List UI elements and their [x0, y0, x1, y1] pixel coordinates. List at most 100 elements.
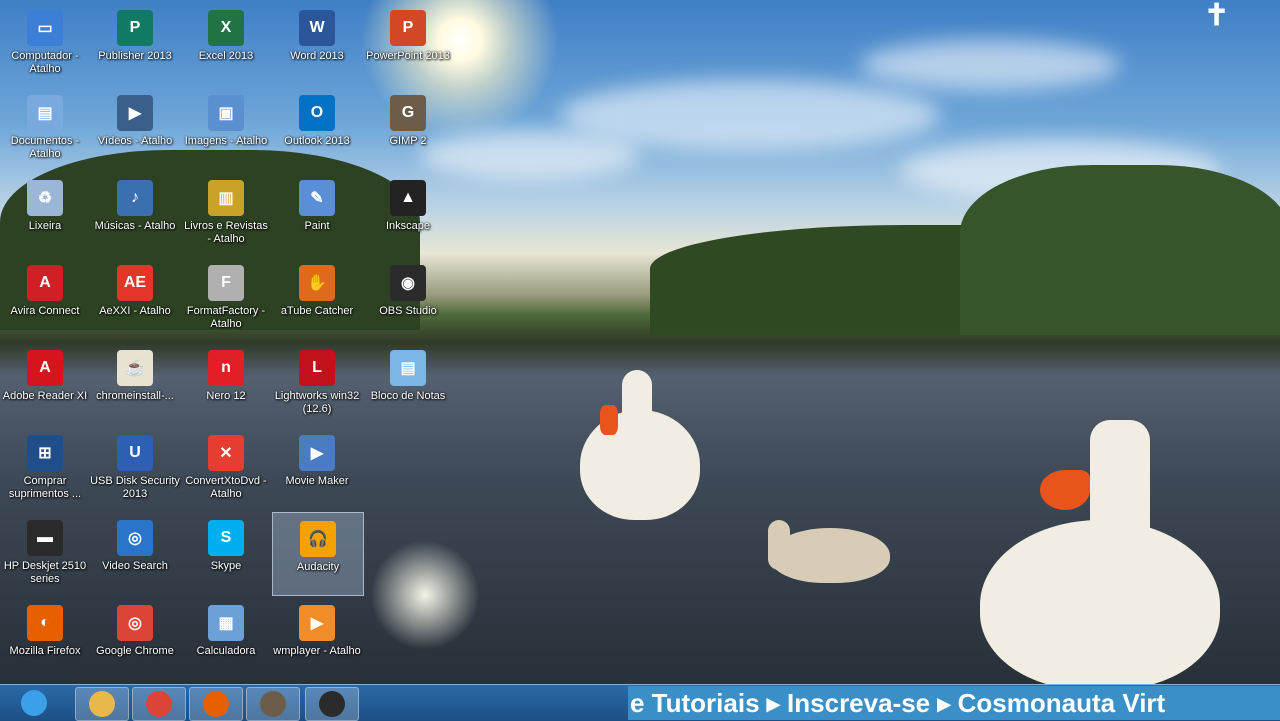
desktop-icon-excel[interactable]: X Excel 2013 — [181, 2, 271, 84]
desktop-icon-label: Paint — [304, 220, 330, 232]
desktop-icon-lightworks[interactable]: L Lightworks win32 (12.6) — [272, 342, 362, 424]
formatfactory-icon: F — [208, 265, 244, 301]
desktop-icon-images[interactable]: ▣ Imagens - Atalho — [181, 87, 271, 169]
desktop-icon-convertxtodvd[interactable]: ✕ ConvertXtoDvd - Atalho — [181, 427, 271, 509]
desktop-icon-wmplayer[interactable]: ▶ wmplayer - Atalho — [272, 597, 362, 679]
convertxtodvd-icon: ✕ — [208, 435, 244, 471]
desktop-icon-adobe-reader[interactable]: A Adobe Reader XI — [0, 342, 90, 424]
paint-icon: ✎ — [299, 180, 335, 216]
desktop-icon-notepad[interactable]: ▤ Bloco de Notas — [363, 342, 453, 424]
taskbar-button-file-explorer[interactable] — [75, 687, 129, 721]
desktop-icon-avira[interactable]: A Avira Connect — [0, 257, 90, 339]
desktop-icon-label: Músicas - Atalho — [94, 220, 176, 232]
inkscape-icon: ▲ — [390, 180, 426, 216]
desktop-wallpaper: ✝ ▭ Computador - Atalho P Publisher 2013 X Ex… — [0, 0, 1280, 684]
desktop-icon-label: Movie Maker — [285, 475, 349, 487]
desktop-icon-inkscape[interactable]: ▲ Inkscape — [363, 172, 453, 254]
desktop-icon-label: Adobe Reader XI — [2, 390, 88, 402]
desktop-icon-firefox[interactable]: ◐ Mozilla Firefox — [0, 597, 90, 679]
desktop-icon-music[interactable]: ♪ Músicas - Atalho — [90, 172, 180, 254]
word-icon: W — [299, 10, 335, 46]
desktop-icon-label: chromeinstall-... — [96, 390, 174, 402]
desktop-icon-calculator[interactable]: ▦ Calculadora — [181, 597, 271, 679]
desktop-icon-label: Bloco de Notas — [370, 390, 446, 402]
images-icon: ▣ — [208, 95, 244, 131]
taskbar-button-chrome[interactable] — [132, 687, 186, 721]
desktop-icon-recycle-bin[interactable]: ♻ Lixeira — [0, 172, 90, 254]
publisher-icon: P — [117, 10, 153, 46]
documents-icon: ▤ — [27, 95, 63, 131]
taskbar-button-firefox[interactable] — [189, 687, 243, 721]
desktop-icon-formatfactory[interactable]: F FormatFactory - Atalho — [181, 257, 271, 339]
atube-catcher-icon: ✋ — [299, 265, 335, 301]
desktop-icon-label: Avira Connect — [10, 305, 80, 317]
desktop-icon-obs[interactable]: ◉ OBS Studio — [363, 257, 453, 339]
desktop-icon-label: Lixeira — [28, 220, 62, 232]
desktop-icon-label: Imagens - Atalho — [184, 135, 268, 147]
desktop-icon-computer[interactable]: ▭ Computador - Atalho — [0, 2, 90, 84]
desktop-icon-gimp[interactable]: G GIMP 2 — [363, 87, 453, 169]
desktop-icon-books[interactable]: ▥ Livros e Revistas - Atalho — [181, 172, 271, 254]
desktop-icon-skype[interactable]: S Skype — [181, 512, 271, 594]
gimp-icon: G — [390, 95, 426, 131]
chrome-icon — [146, 691, 172, 717]
firefox-icon — [203, 691, 229, 717]
music-icon: ♪ — [117, 180, 153, 216]
desktop-icon-label: Video Search — [102, 560, 168, 572]
desktop-icon-label: Publisher 2013 — [98, 50, 172, 62]
lightworks-icon: L — [299, 350, 335, 386]
desktop-icon-label: OBS Studio — [379, 305, 437, 317]
desktop-icon-word[interactable]: W Word 2013 — [272, 2, 362, 84]
obs-icon: ◉ — [390, 265, 426, 301]
nero-icon: n — [208, 350, 244, 386]
desktop-icon-videos[interactable]: ▶ Vídeos - Atalho — [90, 87, 180, 169]
skype-icon: S — [208, 520, 244, 556]
desktop-icon-label: ConvertXtoDvd - Atalho — [185, 475, 267, 500]
desktop-icon-outlook[interactable]: O Outlook 2013 — [272, 87, 362, 169]
desktop-icon-label: Google Chrome — [96, 645, 174, 657]
avira-icon: A — [27, 265, 63, 301]
cross-icon: ✝ — [1204, 0, 1230, 32]
desktop-icon-powerpoint[interactable]: P PowerPoint 2013 — [363, 2, 453, 84]
notepad-icon: ▤ — [390, 350, 426, 386]
desktop-icon-shopping[interactable]: ⊞ Comprar suprimentos ... — [0, 427, 90, 509]
desktop-icon-label: Vídeos - Atalho — [97, 135, 173, 147]
desktop-icon-label: Word 2013 — [290, 50, 344, 62]
gimp-icon — [260, 691, 286, 717]
recycle-bin-icon: ♻ — [27, 180, 63, 216]
desktop-icon-label: AeXXI - Atalho — [99, 305, 171, 317]
ticker-text: e Tutoriais ▸ Inscreva-se ▸ Cosmonauta V… — [630, 688, 1166, 718]
desktop-icon-usb-disk-security[interactable]: U USB Disk Security 2013 — [90, 427, 180, 509]
outlook-icon: O — [299, 95, 335, 131]
usb-disk-security-icon: U — [117, 435, 153, 471]
taskbar-button-start-orb[interactable] — [8, 687, 60, 719]
desktop-icon-label: Comprar suprimentos ... — [8, 475, 82, 500]
desktop-icon-publisher[interactable]: P Publisher 2013 — [90, 2, 180, 84]
desktop-icon-movie-maker[interactable]: ▶ Movie Maker — [272, 427, 362, 509]
desktop-icon-nero[interactable]: n Nero 12 — [181, 342, 271, 424]
movie-maker-icon: ▶ — [299, 435, 335, 471]
chrome-icon: ◎ — [117, 605, 153, 641]
desktop-icon-documents[interactable]: ▤ Documentos - Atalho — [0, 87, 90, 169]
videos-icon: ▶ — [117, 95, 153, 131]
calculator-icon: ▦ — [208, 605, 244, 641]
printer-icon: ▬ — [27, 520, 63, 556]
desktop-icon-aexxi[interactable]: AE AeXXI - Atalho — [90, 257, 180, 339]
obs-icon — [319, 691, 345, 717]
desktop-icon-label: Audacity — [296, 561, 340, 573]
desktop-icon-java-installer[interactable]: ☕ chromeinstall-... — [90, 342, 180, 424]
taskbar-button-obs[interactable] — [305, 687, 359, 721]
books-icon: ▥ — [208, 180, 244, 216]
desktop-icon-label: Livros e Revistas - Atalho — [184, 220, 268, 245]
desktop-icon-video-search[interactable]: ◎ Video Search — [90, 512, 180, 594]
desktop-icon-chrome[interactable]: ◎ Google Chrome — [90, 597, 180, 679]
java-installer-icon: ☕ — [117, 350, 153, 386]
desktop-icon-label: FormatFactory - Atalho — [186, 305, 266, 330]
desktop-icon-label: GIMP 2 — [389, 135, 427, 147]
desktop-icon-printer[interactable]: ▬ HP Deskjet 2510 series — [0, 512, 90, 594]
desktop-icon-audacity[interactable]: 🎧 Audacity — [272, 512, 364, 596]
desktop-icon-paint[interactable]: ✎ Paint — [272, 172, 362, 254]
taskbar-button-gimp[interactable] — [246, 687, 300, 721]
desktop-icon-atube-catcher[interactable]: ✋ aTube Catcher — [272, 257, 362, 339]
channel-ticker: e Tutoriais ▸ Inscreva-se ▸ Cosmonauta V… — [628, 686, 1280, 720]
